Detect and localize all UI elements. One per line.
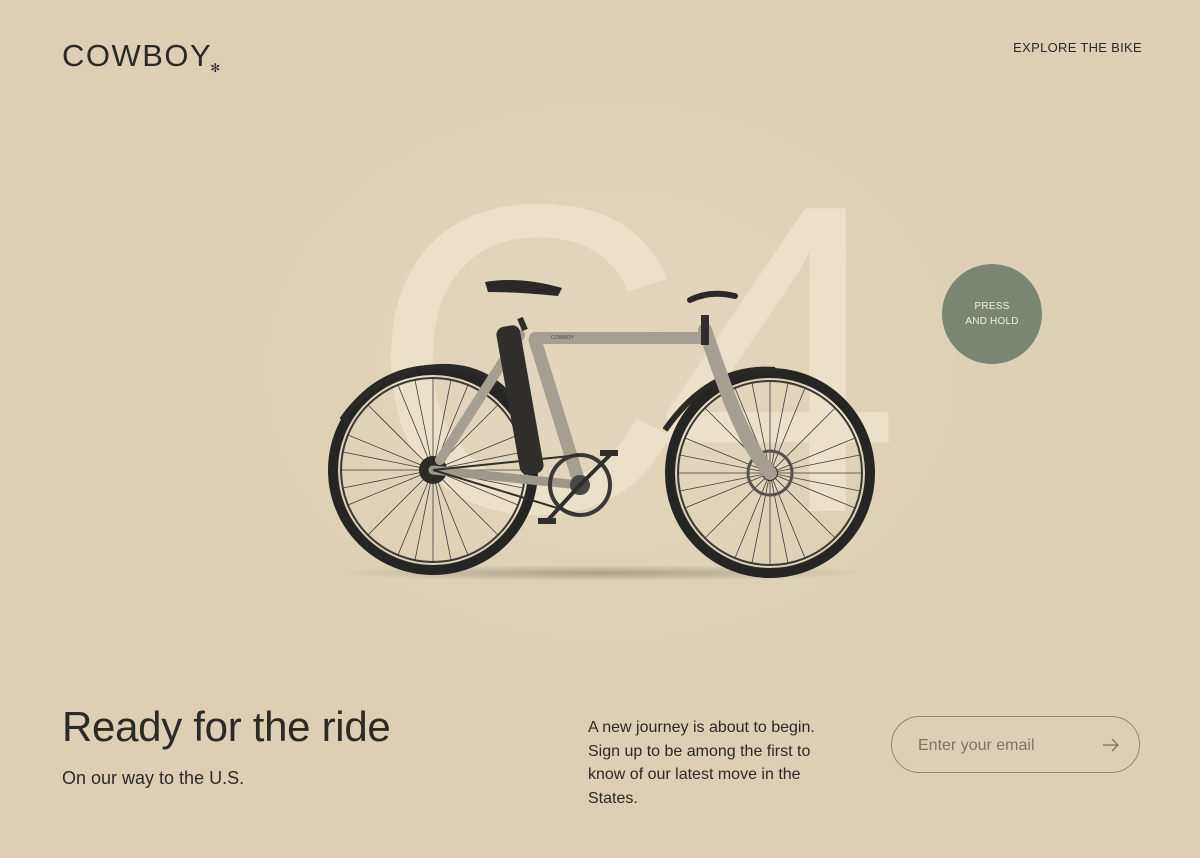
logo-star-icon: ✻ <box>210 61 222 75</box>
bike-image: COWBOY <box>325 280 875 581</box>
arrow-right-icon <box>1103 738 1119 752</box>
page-subheadline: On our way to the U.S. <box>62 768 245 788</box>
logo-text: COWBOY <box>62 38 213 73</box>
signup-description: A new journey is about to begin. Sign up… <box>588 719 815 807</box>
explore-the-bike-link[interactable]: EXPLORE THE BIKE <box>1013 40 1142 55</box>
frame-brand-text: COWBOY <box>551 335 574 341</box>
email-input[interactable] <box>916 717 1100 774</box>
page-headline: Ready for the ride <box>62 703 391 750</box>
email-signup-form <box>891 716 1140 774</box>
submit-email-button[interactable] <box>1101 736 1121 754</box>
bike-frame: COWBOY <box>428 280 777 524</box>
press-and-hold-button[interactable]: PRESS AND HOLD <box>942 264 1042 364</box>
press-hold-line-2: AND HOLD <box>965 316 1019 327</box>
cowboy-logo[interactable]: COWBOY✻ <box>62 38 222 75</box>
press-hold-line-1: PRESS <box>974 301 1010 312</box>
